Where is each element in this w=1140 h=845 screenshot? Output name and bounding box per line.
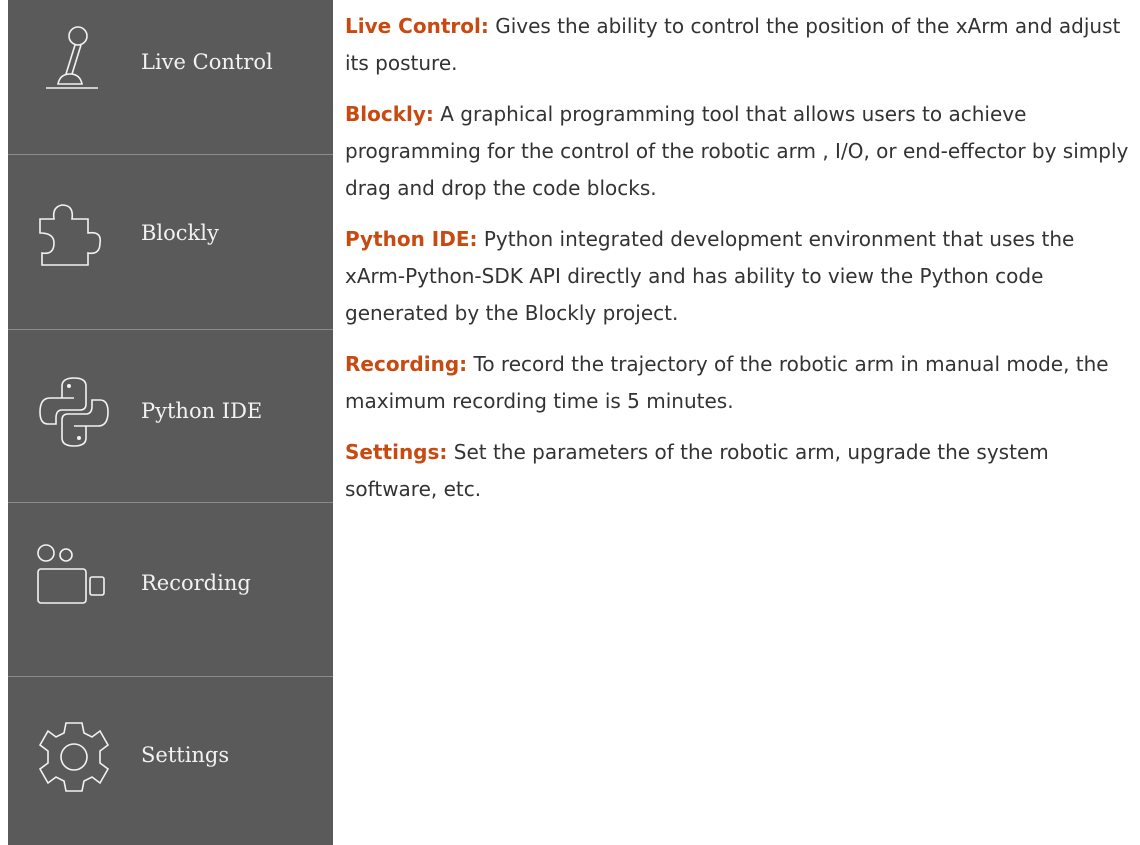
joystick-icon <box>36 22 112 98</box>
description-term: Recording: <box>345 352 468 376</box>
description-blockly: Blockly: A graphical programming tool th… <box>345 96 1140 207</box>
description-term: Blockly: <box>345 102 434 126</box>
sidebar-item-label: Settings <box>141 743 230 767</box>
description-text: Set the parameters of the robotic arm, u… <box>345 440 1049 501</box>
sidebar-item-live-control[interactable]: Live Control <box>8 0 333 154</box>
description-python-ide: Python IDE: Python integrated developmen… <box>345 221 1140 332</box>
description-text: A graphical programming tool that allows… <box>345 102 1129 200</box>
gear-icon <box>36 719 112 795</box>
description-term: Live Control: <box>345 14 489 38</box>
sidebar-item-label: Python IDE <box>141 399 263 423</box>
python-logo-icon <box>36 374 112 450</box>
descriptions: Live Control: Gives the ability to contr… <box>345 0 1140 522</box>
sidebar-menu: Live Control Blockly Python IDE Recordin… <box>8 0 333 845</box>
sidebar-item-recording[interactable]: Recording <box>8 503 333 676</box>
description-term: Settings: <box>345 440 448 464</box>
sidebar-item-blockly[interactable]: Blockly <box>8 155 333 329</box>
sidebar-item-label: Blockly <box>141 221 219 245</box>
description-settings: Settings: Set the parameters of the robo… <box>345 434 1140 508</box>
video-camera-icon <box>36 539 112 615</box>
sidebar-item-label: Live Control <box>141 50 273 74</box>
sidebar-item-label: Recording <box>141 571 251 595</box>
puzzle-piece-icon <box>36 193 112 269</box>
description-recording: Recording: To record the trajectory of t… <box>345 346 1140 420</box>
sidebar-item-python-ide[interactable]: Python IDE <box>8 330 333 502</box>
description-live-control: Live Control: Gives the ability to contr… <box>345 8 1140 82</box>
description-term: Python IDE: <box>345 227 478 251</box>
sidebar-item-settings[interactable]: Settings <box>8 677 333 845</box>
